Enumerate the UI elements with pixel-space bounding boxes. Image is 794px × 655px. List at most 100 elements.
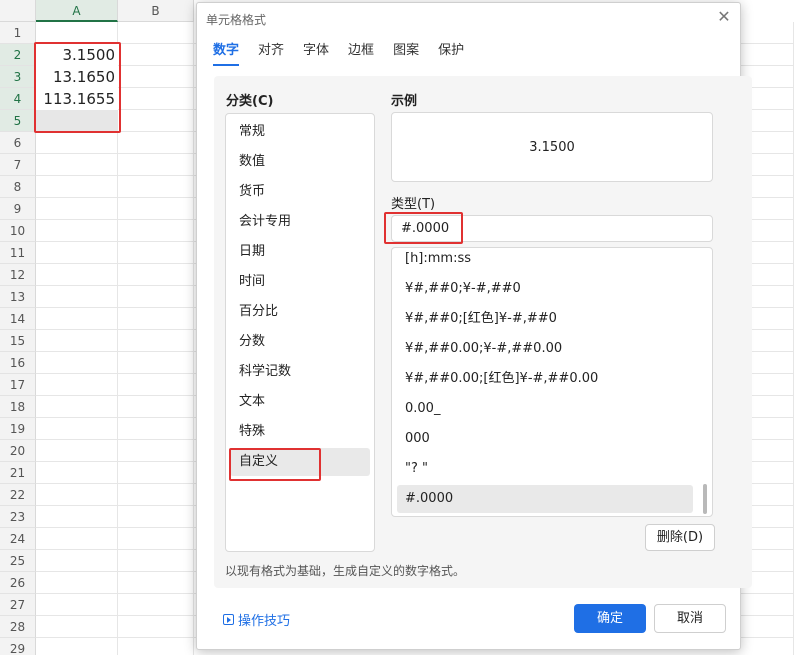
row-header[interactable]: 19 (0, 418, 36, 440)
grid-cell[interactable] (118, 506, 194, 528)
format-item[interactable]: [h]:mm:ss (397, 248, 693, 273)
grid-cell[interactable] (36, 506, 118, 528)
row-header[interactable]: 13 (0, 286, 36, 308)
grid-cell[interactable] (36, 176, 118, 198)
grid-cell[interactable] (36, 330, 118, 352)
format-item[interactable]: 0.00_ (397, 395, 693, 423)
grid-cell[interactable] (118, 418, 194, 440)
row-header[interactable]: 23 (0, 506, 36, 528)
format-item[interactable]: ¥#,##0;[红色]¥-#,##0 (397, 305, 693, 333)
category-item[interactable]: 自定义 (230, 448, 370, 476)
tab-alignment[interactable]: 对齐 (258, 42, 284, 66)
row-header[interactable]: 4 (0, 88, 36, 110)
grid-cell[interactable] (118, 616, 194, 638)
grid-cell[interactable] (36, 550, 118, 572)
row-header[interactable]: 26 (0, 572, 36, 594)
grid-cell[interactable] (36, 352, 118, 374)
column-header-a[interactable]: A (36, 0, 118, 22)
grid-cell[interactable] (36, 418, 118, 440)
grid-cell[interactable] (36, 22, 118, 44)
grid-cell[interactable] (36, 374, 118, 396)
value-cell[interactable]: 113.1655 (36, 88, 118, 110)
delete-button[interactable]: 删除(D) (645, 524, 715, 551)
category-item[interactable]: 日期 (230, 238, 370, 266)
row-header[interactable]: 9 (0, 198, 36, 220)
tab-pattern[interactable]: 图案 (393, 42, 419, 66)
category-item[interactable]: 分数 (230, 328, 370, 356)
row-header[interactable]: 27 (0, 594, 36, 616)
row-header[interactable]: 2 (0, 44, 36, 66)
grid-cell[interactable] (118, 242, 194, 264)
row-header[interactable]: 3 (0, 66, 36, 88)
close-icon[interactable]: ✕ (716, 9, 732, 25)
row-header[interactable]: 10 (0, 220, 36, 242)
grid-cell[interactable] (36, 154, 118, 176)
grid-cell[interactable] (36, 242, 118, 264)
grid-cell[interactable] (118, 154, 194, 176)
grid-cell[interactable] (118, 198, 194, 220)
category-item[interactable]: 常规 (230, 118, 370, 146)
type-input[interactable]: #.0000 (391, 215, 713, 242)
row-header[interactable]: 22 (0, 484, 36, 506)
row-header[interactable]: 14 (0, 308, 36, 330)
grid-cell[interactable] (118, 440, 194, 462)
format-item[interactable]: ¥#,##0;¥-#,##0 (397, 275, 693, 303)
grid-cell[interactable] (36, 286, 118, 308)
row-header[interactable]: 20 (0, 440, 36, 462)
grid-cell[interactable] (36, 594, 118, 616)
grid-cell[interactable] (36, 396, 118, 418)
row-header[interactable]: 12 (0, 264, 36, 286)
value-cell[interactable]: 3.1500 (36, 44, 118, 66)
row-header[interactable]: 7 (0, 154, 36, 176)
grid-cell[interactable] (118, 484, 194, 506)
tab-font[interactable]: 字体 (303, 42, 329, 66)
grid-cell[interactable] (36, 528, 118, 550)
grid-cell[interactable] (118, 220, 194, 242)
format-item[interactable]: ¥#,##0.00;¥-#,##0.00 (397, 335, 693, 363)
category-item[interactable]: 文本 (230, 388, 370, 416)
tab-border[interactable]: 边框 (348, 42, 374, 66)
grid-cell[interactable] (118, 88, 194, 110)
grid-cell[interactable] (118, 572, 194, 594)
select-all-corner[interactable] (0, 0, 36, 22)
grid-cell[interactable] (118, 396, 194, 418)
grid-cell[interactable] (118, 132, 194, 154)
grid-cell[interactable] (118, 264, 194, 286)
row-header[interactable]: 5 (0, 110, 36, 132)
grid-cell[interactable] (118, 44, 194, 66)
grid-cell[interactable] (118, 352, 194, 374)
active-empty-cell[interactable] (36, 110, 118, 132)
grid-cell[interactable] (118, 110, 194, 132)
grid-cell[interactable] (36, 572, 118, 594)
grid-cell[interactable] (118, 176, 194, 198)
format-item[interactable]: "? " (397, 455, 693, 483)
grid-cell[interactable] (36, 638, 118, 655)
format-item[interactable]: #.0000 (397, 485, 693, 513)
row-header[interactable]: 11 (0, 242, 36, 264)
ok-button[interactable]: 确定 (574, 604, 646, 633)
row-header[interactable]: 21 (0, 462, 36, 484)
category-item[interactable]: 时间 (230, 268, 370, 296)
grid-cell[interactable] (36, 484, 118, 506)
grid-cell[interactable] (118, 374, 194, 396)
grid-cell[interactable] (36, 132, 118, 154)
grid-cell[interactable] (36, 264, 118, 286)
category-item[interactable]: 科学记数 (230, 358, 370, 386)
category-item[interactable]: 数值 (230, 148, 370, 176)
format-list-scrollbar[interactable] (703, 484, 707, 514)
tab-protection[interactable]: 保护 (438, 42, 464, 66)
format-item[interactable]: ¥#,##0.00;[红色]¥-#,##0.00 (397, 365, 693, 393)
grid-cell[interactable] (118, 22, 194, 44)
row-header[interactable]: 6 (0, 132, 36, 154)
row-header[interactable]: 28 (0, 616, 36, 638)
value-cell[interactable]: 13.1650 (36, 66, 118, 88)
row-header[interactable]: 25 (0, 550, 36, 572)
row-header[interactable]: 29 (0, 638, 36, 655)
category-item[interactable]: 会计专用 (230, 208, 370, 236)
row-header[interactable]: 8 (0, 176, 36, 198)
row-header[interactable]: 17 (0, 374, 36, 396)
grid-cell[interactable] (36, 616, 118, 638)
tips-link[interactable]: 操作技巧 (223, 610, 290, 629)
row-header[interactable]: 18 (0, 396, 36, 418)
row-header[interactable]: 16 (0, 352, 36, 374)
